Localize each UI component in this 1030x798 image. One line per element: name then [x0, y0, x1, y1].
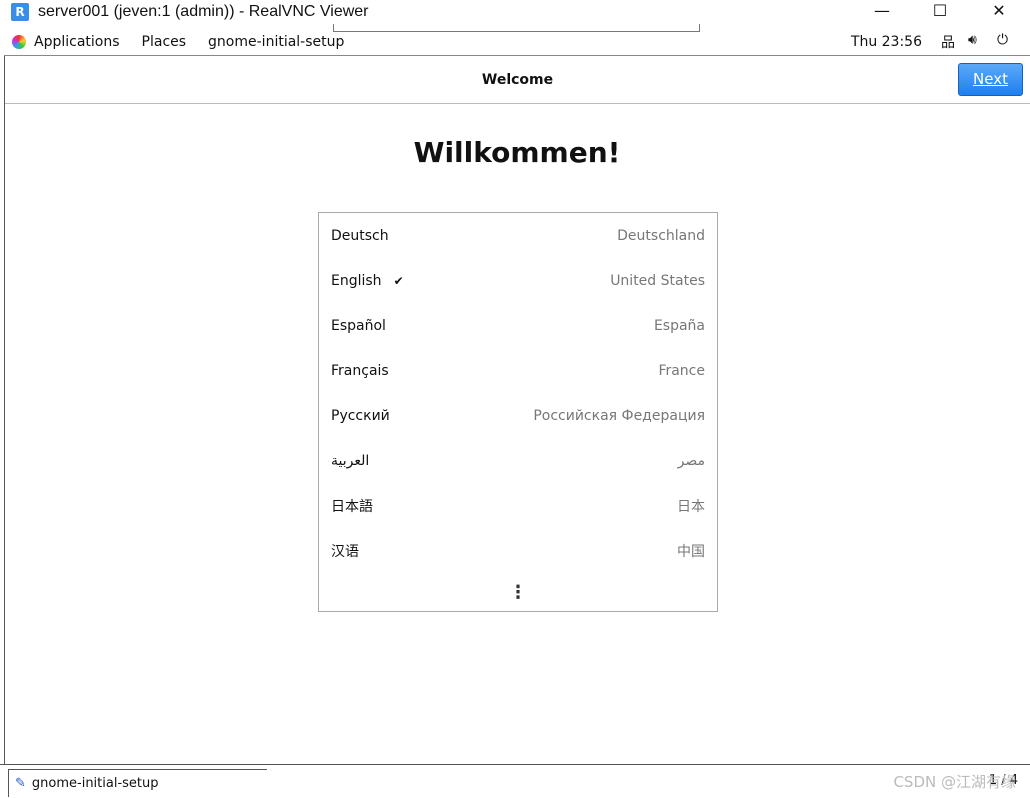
- language-name: English ✔: [331, 272, 404, 289]
- language-row[interactable]: 日本語 日本: [319, 483, 717, 528]
- language-row[interactable]: Español España: [319, 303, 717, 348]
- window-title: server001 (jeven:1 (admin)) - RealVNC Vi…: [38, 3, 369, 20]
- header-bar: Welcome Next: [5, 56, 1030, 104]
- power-icon[interactable]: ⏻: [997, 32, 1008, 48]
- language-name: Français: [331, 362, 389, 379]
- language-name: العربية: [331, 452, 370, 469]
- setup-tool-icon: ✎: [15, 776, 26, 791]
- language-region: Российская Федерация: [533, 407, 705, 424]
- language-region: España: [653, 317, 705, 334]
- menu-app[interactable]: gnome-initial-setup: [208, 34, 344, 50]
- more-languages-button[interactable]: ⋮: [319, 573, 717, 613]
- gnome-top-bar: Applications Places gnome-initial-setup …: [4, 28, 1030, 56]
- language-row[interactable]: 汉语 中国: [319, 528, 717, 573]
- window-titlebar: R server001 (jeven:1 (admin)) - RealVNC …: [0, 0, 1030, 24]
- language-region: Deutschland: [617, 227, 705, 244]
- language-name: Deutsch: [331, 227, 389, 244]
- language-name: 汉语: [331, 543, 359, 560]
- language-row[interactable]: English ✔ United States: [319, 258, 717, 303]
- volume-icon[interactable]: 🔊︎: [968, 32, 977, 48]
- language-row[interactable]: Русский Российская Федерация: [319, 393, 717, 438]
- language-row[interactable]: Français France: [319, 348, 717, 393]
- network-icon[interactable]: 品: [941, 32, 955, 52]
- taskbar-item-label: gnome-initial-setup: [31, 776, 159, 791]
- initial-setup-window: Welcome Next Willkommen! Deutsch Deutschl…: [4, 56, 1030, 764]
- menu-applications[interactable]: Applications: [34, 34, 120, 50]
- language-region: 日本: [677, 498, 705, 515]
- language-region: France: [658, 362, 705, 379]
- language-row[interactable]: Deutsch Deutschland: [319, 213, 717, 258]
- watermark: CSDN @江湖有缘: [893, 773, 1016, 791]
- language-name: Español: [331, 317, 386, 334]
- language-region: 中国: [677, 543, 705, 560]
- bottom-taskbar: ✎ gnome-initial-setup 1 / 4 CSDN @江湖有缘: [0, 764, 1030, 798]
- language-name: Русский: [331, 407, 390, 424]
- language-name: 日本語: [331, 498, 373, 515]
- minimize-button[interactable]: —: [867, 0, 897, 22]
- page-heading: Willkommen!: [413, 136, 621, 169]
- next-button[interactable]: Next: [958, 63, 1023, 96]
- applications-icon: [12, 34, 26, 49]
- realvnc-logo-icon: R: [11, 3, 29, 21]
- checkmark-icon: ✔: [393, 273, 404, 288]
- header-title: Welcome: [481, 72, 554, 88]
- menu-places[interactable]: Places: [142, 34, 187, 50]
- language-row[interactable]: العربية مصر: [319, 438, 717, 483]
- language-region: مصر: [677, 452, 705, 469]
- close-button[interactable]: ✕: [984, 0, 1014, 22]
- language-region: United States: [610, 272, 705, 289]
- taskbar-item[interactable]: ✎ gnome-initial-setup: [8, 769, 267, 797]
- maximize-button[interactable]: ☐: [925, 0, 955, 22]
- language-list: Deutsch Deutschland English ✔ United States E…: [318, 212, 718, 612]
- clock[interactable]: Thu 23:56: [851, 34, 922, 50]
